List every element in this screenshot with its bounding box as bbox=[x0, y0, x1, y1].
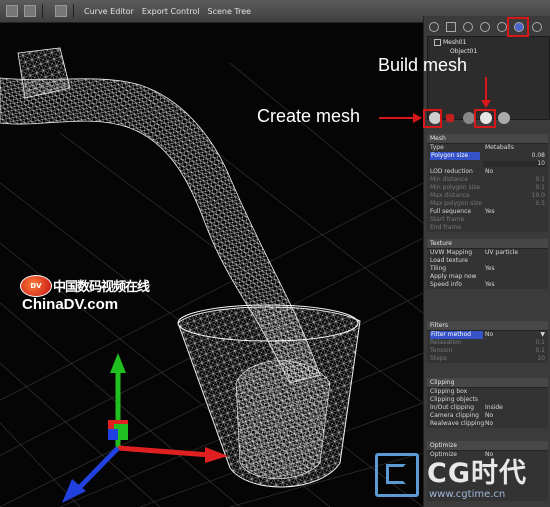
sphere-icon[interactable] bbox=[497, 22, 507, 32]
min-distance-row: Min distance 0.1 bbox=[430, 176, 545, 183]
uvw-mapping-row[interactable]: UVW Mapping UV particle bbox=[427, 249, 548, 257]
camera-clipping-row[interactable]: Camera clipping No bbox=[427, 412, 548, 420]
settings-icon[interactable] bbox=[532, 22, 542, 32]
fluid-in-glass bbox=[235, 360, 331, 479]
texture-section: Texture UVW Mapping UV particle Load text… bbox=[427, 239, 548, 289]
max-distance-row: Max distance 10.0 bbox=[430, 192, 545, 199]
particle-icon[interactable] bbox=[480, 22, 490, 32]
daemon-icon[interactable] bbox=[446, 22, 456, 32]
cgtime-mark bbox=[375, 453, 419, 497]
tiling-row[interactable]: Tiling Yes bbox=[427, 265, 548, 273]
dropdown-arrow-icon[interactable]: ▼ bbox=[540, 331, 545, 339]
undo-icon[interactable] bbox=[6, 5, 18, 17]
cgtime-logo: CG时代 www.cgtime.cn bbox=[375, 451, 550, 507]
redo-icon[interactable] bbox=[24, 5, 36, 17]
mesh-value-row[interactable]: 10 bbox=[427, 160, 548, 168]
chinadv-mark: DV bbox=[20, 275, 52, 297]
section-header: Mesh bbox=[427, 134, 548, 144]
toolbar-separator bbox=[42, 4, 43, 18]
mesh-type-row[interactable]: Type Metaballs bbox=[427, 144, 548, 152]
render-icon[interactable] bbox=[55, 5, 67, 17]
section-header: Texture bbox=[427, 239, 548, 249]
clipping-box-row[interactable]: Clipping box bbox=[427, 388, 548, 396]
min-polygon-size-row: Min polygon size 0.1 bbox=[430, 184, 545, 191]
cgtime-url: www.cgtime.cn bbox=[429, 489, 506, 500]
toolbar-separator bbox=[73, 4, 74, 18]
curve-editor-button[interactable]: Curve Editor bbox=[80, 7, 138, 16]
mesh-tab-highlight bbox=[507, 17, 529, 37]
visibility-checkbox[interactable] bbox=[434, 39, 441, 46]
polygon-size-row[interactable]: Polygon size 0.08 bbox=[427, 152, 548, 160]
clipping-objects-row[interactable]: Clipping objects bbox=[427, 396, 548, 404]
node-icon[interactable] bbox=[429, 22, 439, 32]
apply-map-now-button[interactable]: Apply map now bbox=[427, 273, 548, 281]
realwave-clipping-row[interactable]: Realwave clipping No bbox=[427, 420, 548, 428]
filter-method-row[interactable]: Filter method No ▼ bbox=[427, 331, 548, 339]
chinadv-title-cn: 中国数码视频在线 bbox=[53, 280, 150, 295]
clipping-section: Clipping Clipping box Clipping objects I… bbox=[427, 378, 548, 428]
steps-row: Steps 10 bbox=[430, 355, 545, 362]
mesh-section: Mesh Type Metaballs Polygon size 0.08 10 L… bbox=[427, 134, 548, 232]
speed-info-row[interactable]: Speed info Yes bbox=[427, 281, 548, 289]
section-header: Filters bbox=[427, 321, 548, 331]
max-polygon-size-row: Max polygon size 0.5 bbox=[430, 200, 545, 207]
chinadv-logo: DV 中国数码视频在线 ChinaDV.com bbox=[20, 273, 155, 317]
scene-tree-button[interactable]: Scene Tree bbox=[203, 7, 255, 16]
full-sequence-row[interactable]: Full sequence Yes bbox=[427, 208, 548, 216]
section-header: Clipping bbox=[427, 378, 548, 388]
lod-reduction-row[interactable]: LOD reduction No bbox=[427, 168, 548, 176]
tree-item-mesh01[interactable]: Mesh01 bbox=[434, 39, 466, 47]
section-header: Optimize bbox=[427, 441, 548, 451]
start-frame-row: Start frame bbox=[430, 216, 465, 223]
emitter-icon[interactable] bbox=[463, 22, 473, 32]
panel-icon-bar bbox=[424, 16, 550, 36]
end-frame-row: End frame bbox=[430, 224, 462, 231]
tension-row: Tension 0.1 bbox=[430, 347, 545, 354]
chinadv-title-en: ChinaDV.com bbox=[22, 296, 119, 313]
relaxation-row: Relaxation 0.1 bbox=[430, 339, 545, 346]
load-texture-row[interactable]: Load texture bbox=[427, 257, 548, 265]
create-mesh-annotation: Create mesh bbox=[257, 106, 361, 126]
annotation-arrows bbox=[379, 77, 491, 123]
filters-section: Filters Filter method No ▼ Relaxation 0.1 T… bbox=[427, 321, 548, 363]
in-out-clipping-row[interactable]: In/Out clipping Inside bbox=[427, 404, 548, 412]
cgtime-title: CG时代 bbox=[427, 458, 527, 489]
3d-viewport[interactable] bbox=[0, 23, 423, 507]
export-control-button[interactable]: Export Control bbox=[138, 7, 204, 16]
viewport-canvas bbox=[0, 47, 423, 507]
